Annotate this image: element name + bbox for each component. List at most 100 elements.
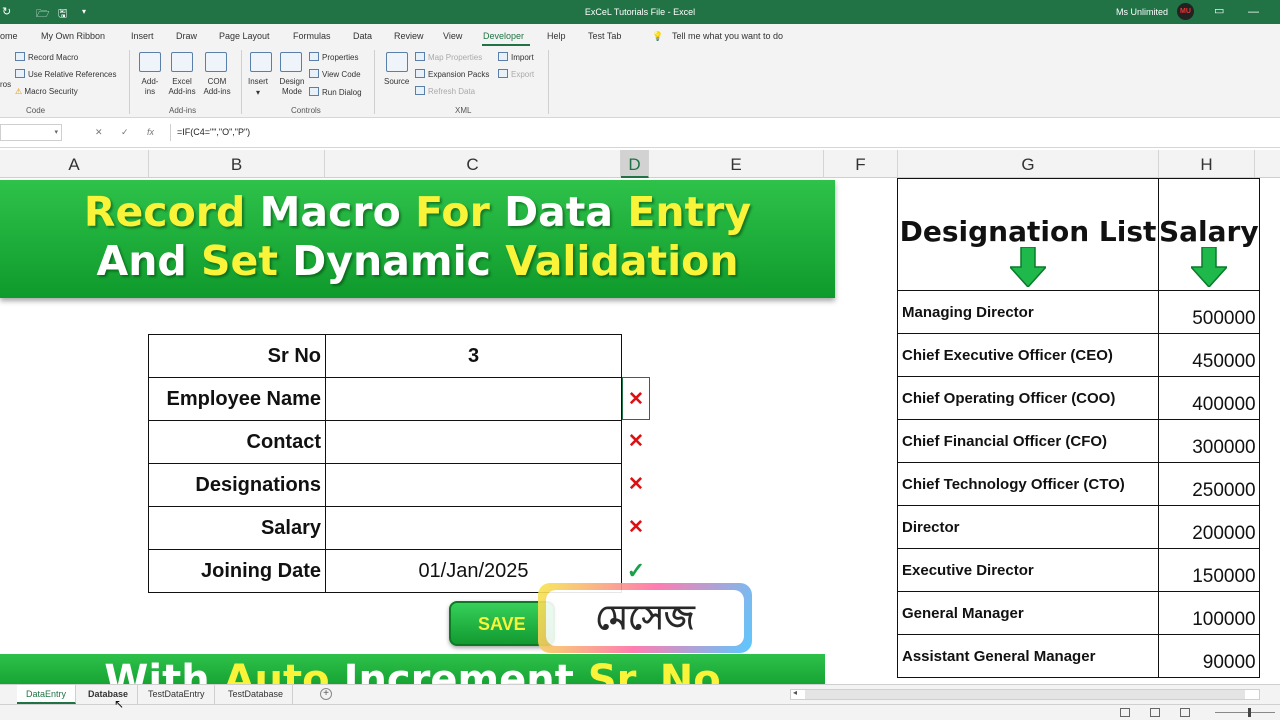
use-relative-references-button[interactable]: Use Relative References [15, 69, 116, 80]
add-sheet-button[interactable]: + [320, 688, 332, 700]
designation-salary[interactable]: 200000 [1158, 505, 1260, 549]
designation-name[interactable]: General Manager [897, 591, 1159, 635]
menu-tab-test-tab[interactable]: Test Tab [588, 31, 621, 41]
run-dialog-button[interactable]: Run Dialog [309, 87, 362, 98]
restore-icon[interactable]: ▭ [1214, 4, 1224, 17]
designation-header-cell[interactable]: Designation List [897, 178, 1159, 291]
menu-tab-data[interactable]: Data [353, 31, 372, 41]
designation-name[interactable]: Executive Director [897, 548, 1159, 592]
xml-source-button[interactable]: Source [384, 77, 409, 87]
sheet-tab-database[interactable]: Database [79, 685, 139, 704]
insert-function-icon[interactable]: fx [147, 127, 154, 137]
menu-tab-draw[interactable]: Draw [176, 31, 197, 41]
view-code-button[interactable]: View Code [309, 69, 361, 80]
designation-name[interactable]: Director [897, 505, 1159, 549]
name-box[interactable]: ▾ [0, 124, 62, 141]
avatar[interactable]: MU [1177, 3, 1194, 20]
menu-tab-my-own-ribbon[interactable]: My Own Ribbon [41, 31, 105, 41]
cross-icon: ✕ [628, 474, 644, 495]
designation-name[interactable]: Chief Financial Officer (CFO) [897, 419, 1159, 463]
scroll-left-icon[interactable]: ◂ [793, 688, 797, 697]
designation-header-row: Designation List Salary [897, 178, 1260, 291]
macro-security-button[interactable]: ⚠ Macro Security [15, 87, 78, 97]
designation-salary[interactable]: 250000 [1158, 462, 1260, 506]
enter-icon[interactable]: ✓ [121, 127, 129, 138]
chevron-down-icon[interactable]: ▾ [54, 128, 58, 136]
menu-tab-developer[interactable]: Developer [483, 31, 524, 41]
sheet-tab-dataentry[interactable]: DataEntry [17, 685, 77, 704]
record-macro-button[interactable]: Record Macro [15, 52, 78, 63]
designation-salary[interactable]: 500000 [1158, 290, 1260, 334]
refresh-data-button[interactable]: Refresh Data [415, 86, 475, 97]
menu-tab-help[interactable]: Help [547, 31, 566, 41]
expansion-packs-button[interactable]: Expansion Packs [415, 69, 489, 80]
sheet-tab-testdatabase[interactable]: TestDatabase [219, 685, 294, 704]
cross-icon: ✕ [628, 517, 644, 538]
form-label: Employee Name [148, 377, 326, 421]
designation-name[interactable]: Chief Operating Officer (COO) [897, 376, 1159, 420]
zoom-slider-knob[interactable] [1248, 708, 1251, 717]
normal-view-icon[interactable] [1120, 708, 1130, 717]
cancel-icon[interactable]: ✕ [95, 127, 103, 138]
column-header-g[interactable]: G [898, 150, 1159, 178]
form-value-cell[interactable] [325, 463, 622, 507]
menu-tab-ome[interactable]: ome [0, 31, 18, 41]
page-break-view-icon[interactable] [1180, 708, 1190, 717]
tell-me-search[interactable]: Tell me what you want to do [672, 31, 783, 41]
cross-icon[interactable]: ✕ [622, 377, 650, 420]
menu-tab-insert[interactable]: Insert [131, 31, 154, 41]
arrow-down-icon [1010, 247, 1046, 287]
properties-button[interactable]: Properties [309, 52, 358, 63]
form-value-cell[interactable] [325, 420, 622, 464]
designation-salary[interactable]: 300000 [1158, 419, 1260, 463]
worksheet-grid[interactable]: Record Macro For Data Entry And Set Dyna… [0, 178, 1280, 684]
designation-salary[interactable]: 150000 [1158, 548, 1260, 592]
map-properties-button[interactable]: Map Properties [415, 52, 482, 63]
designation-salary[interactable]: 100000 [1158, 591, 1260, 635]
column-header-b[interactable]: B [149, 150, 325, 178]
column-header-h[interactable]: H [1159, 150, 1255, 178]
design-mode-button[interactable]: Design Mode [277, 77, 307, 97]
formula-input[interactable]: =IF(C4="","O","P") [170, 124, 1280, 141]
designation-salary[interactable]: 450000 [1158, 333, 1260, 377]
menu-tab-review[interactable]: Review [394, 31, 424, 41]
addins-button[interactable]: Add-ins [139, 77, 161, 97]
minimize-icon[interactable]: — [1248, 6, 1259, 18]
page-layout-view-icon[interactable] [1150, 708, 1160, 717]
form-value-cell[interactable] [325, 506, 622, 550]
designation-salary[interactable]: 90000 [1158, 634, 1260, 678]
banner-word: For [415, 188, 505, 236]
banner-word: Data [504, 188, 628, 236]
map-properties-icon [415, 52, 425, 61]
macros-button[interactable]: ros [0, 80, 11, 90]
insert-control-button[interactable]: Insert [248, 77, 268, 87]
designation-salary[interactable]: 400000 [1158, 376, 1260, 420]
form-value-cell[interactable]: 3 [325, 334, 622, 378]
lightbulb-icon[interactable]: 💡 [652, 31, 663, 42]
column-header-c[interactable]: C [325, 150, 621, 178]
user-name[interactable]: Ms Unlimited [1116, 7, 1168, 17]
designation-name[interactable]: Assistant General Manager [897, 634, 1159, 678]
salary-header-cell[interactable]: Salary [1158, 178, 1260, 291]
scroll-thumb[interactable] [805, 690, 1245, 699]
form-row: Employee Name [148, 377, 622, 421]
designation-name[interactable]: Chief Technology Officer (CTO) [897, 462, 1159, 506]
menu-tab-view[interactable]: View [443, 31, 462, 41]
designation-name[interactable]: Chief Executive Officer (CEO) [897, 333, 1159, 377]
com-addins-button[interactable]: COM Add-ins [200, 77, 234, 97]
export-button[interactable]: Export [498, 69, 534, 80]
form-value-cell[interactable] [325, 377, 622, 421]
menu-tab-formulas[interactable]: Formulas [293, 31, 331, 41]
menu-tab-page-layout[interactable]: Page Layout [219, 31, 270, 41]
banner-word: Dynamic [292, 237, 506, 285]
designation-name[interactable]: Managing Director [897, 290, 1159, 334]
zoom-slider[interactable] [1215, 712, 1275, 713]
sheet-tab-testdataentry[interactable]: TestDataEntry [139, 685, 215, 704]
data-entry-form: Sr No 3 Employee Name Contact Designations Sa… [148, 334, 622, 593]
column-header-d[interactable]: D [621, 150, 649, 178]
column-header-f[interactable]: F [824, 150, 898, 178]
column-header-a[interactable]: A [0, 150, 149, 178]
excel-addins-button[interactable]: Excel Add-ins [165, 77, 199, 97]
column-header-e[interactable]: E [649, 150, 824, 178]
import-button[interactable]: Import [498, 52, 534, 63]
